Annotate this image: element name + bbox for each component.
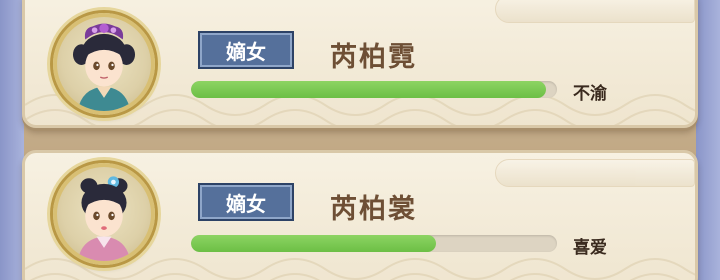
- mood-label: 不渝: [573, 84, 607, 104]
- consort-name: 芮柏裳: [330, 194, 417, 225]
- right-backdrop-edge: [696, 0, 720, 280]
- mood-label: 喜爱: [573, 238, 607, 258]
- rank-badge: 嫡女: [198, 183, 294, 221]
- favor-bar: [191, 235, 557, 252]
- consort-card[interactable]: 嫡女 芮柏霓 不渝: [22, 0, 698, 128]
- consort-portrait[interactable]: [53, 13, 155, 115]
- consort-name: 芮柏霓: [330, 42, 417, 73]
- favor-bar-fill: [191, 235, 437, 252]
- rank-badge: 嫡女: [198, 31, 294, 69]
- favor-bar: [191, 81, 557, 98]
- favor-bar-fill: [191, 81, 547, 98]
- consort-portrait-icon: [77, 176, 131, 261]
- scroll-ribbon-decoration: [495, 0, 695, 23]
- consort-portrait-icon: [72, 23, 136, 111]
- scroll-ribbon-decoration: [495, 159, 695, 187]
- consort-portrait[interactable]: [53, 163, 155, 265]
- left-backdrop-edge: [0, 0, 24, 280]
- consort-card[interactable]: 嫡女 芮柏裳 喜爱: [22, 150, 698, 280]
